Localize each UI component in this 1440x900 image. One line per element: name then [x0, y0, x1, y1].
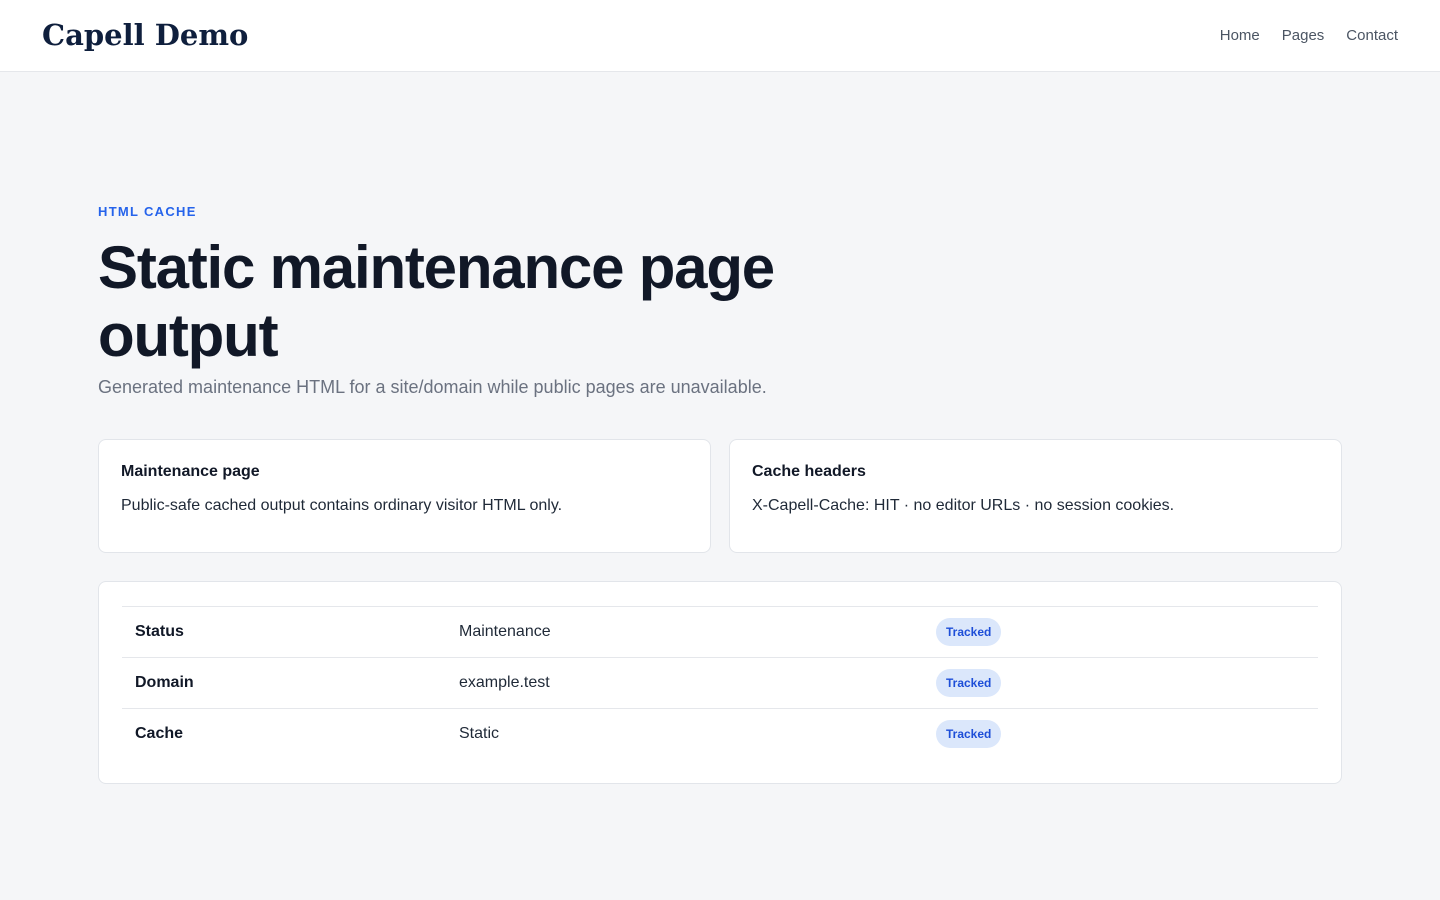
row-key: Status: [135, 623, 184, 640]
status-badge: Tracked: [936, 618, 1002, 646]
brand-logo-text[interactable]: Capell Demo: [42, 16, 248, 54]
nav-link-home[interactable]: Home: [1220, 26, 1260, 46]
card-title: Cache headers: [752, 463, 866, 480]
row-value: Static: [459, 725, 500, 743]
page-title: Static maintenance page output: [98, 234, 775, 369]
row-key: Domain: [135, 674, 194, 691]
top-navigation-bar: Capell Demo Home Pages Contact: [0, 0, 1440, 72]
page-subtitle: Generated maintenance HTML for a site/do…: [98, 377, 767, 397]
row-badge-cell: Tracked: [936, 607, 1318, 658]
table-row: Domain example.test Tracked: [122, 657, 1318, 709]
card-body: Public-safe cached output contains ordin…: [121, 497, 563, 514]
nav-link-pages[interactable]: Pages: [1282, 26, 1325, 46]
info-cards: Maintenance page Public-safe cached outp…: [98, 439, 1342, 553]
maintenance-page-card: Maintenance page Public-safe cached outp…: [98, 439, 711, 553]
status-table-card: Status Maintenance Tracked Domain exampl…: [98, 581, 1342, 784]
status-badge: Tracked: [936, 669, 1002, 697]
main-nav: Home Pages Contact: [1220, 26, 1398, 46]
row-key: Cache: [135, 725, 184, 743]
row-value: example.test: [459, 674, 550, 691]
card-title: Maintenance page: [121, 463, 260, 480]
row-badge-cell: Tracked: [936, 658, 1318, 709]
cache-headers-card: Cache headers X-Capell-Cache: HIT · no e…: [729, 439, 1342, 553]
nav-link-contact[interactable]: Contact: [1346, 26, 1398, 46]
status-badge: Tracked: [936, 720, 1002, 749]
card-body: X-Capell-Cache: HIT · no editor URLs · n…: [752, 497, 1175, 514]
table-row: Cache Static Tracked: [122, 708, 1318, 760]
row-value: Maintenance: [459, 623, 551, 640]
section-eyebrow: HTML CACHE: [98, 204, 197, 219]
table-row: Status Maintenance Tracked: [122, 606, 1318, 658]
status-table: Status Maintenance Tracked Domain exampl…: [122, 606, 1318, 760]
row-badge-cell: Tracked: [936, 709, 1318, 760]
